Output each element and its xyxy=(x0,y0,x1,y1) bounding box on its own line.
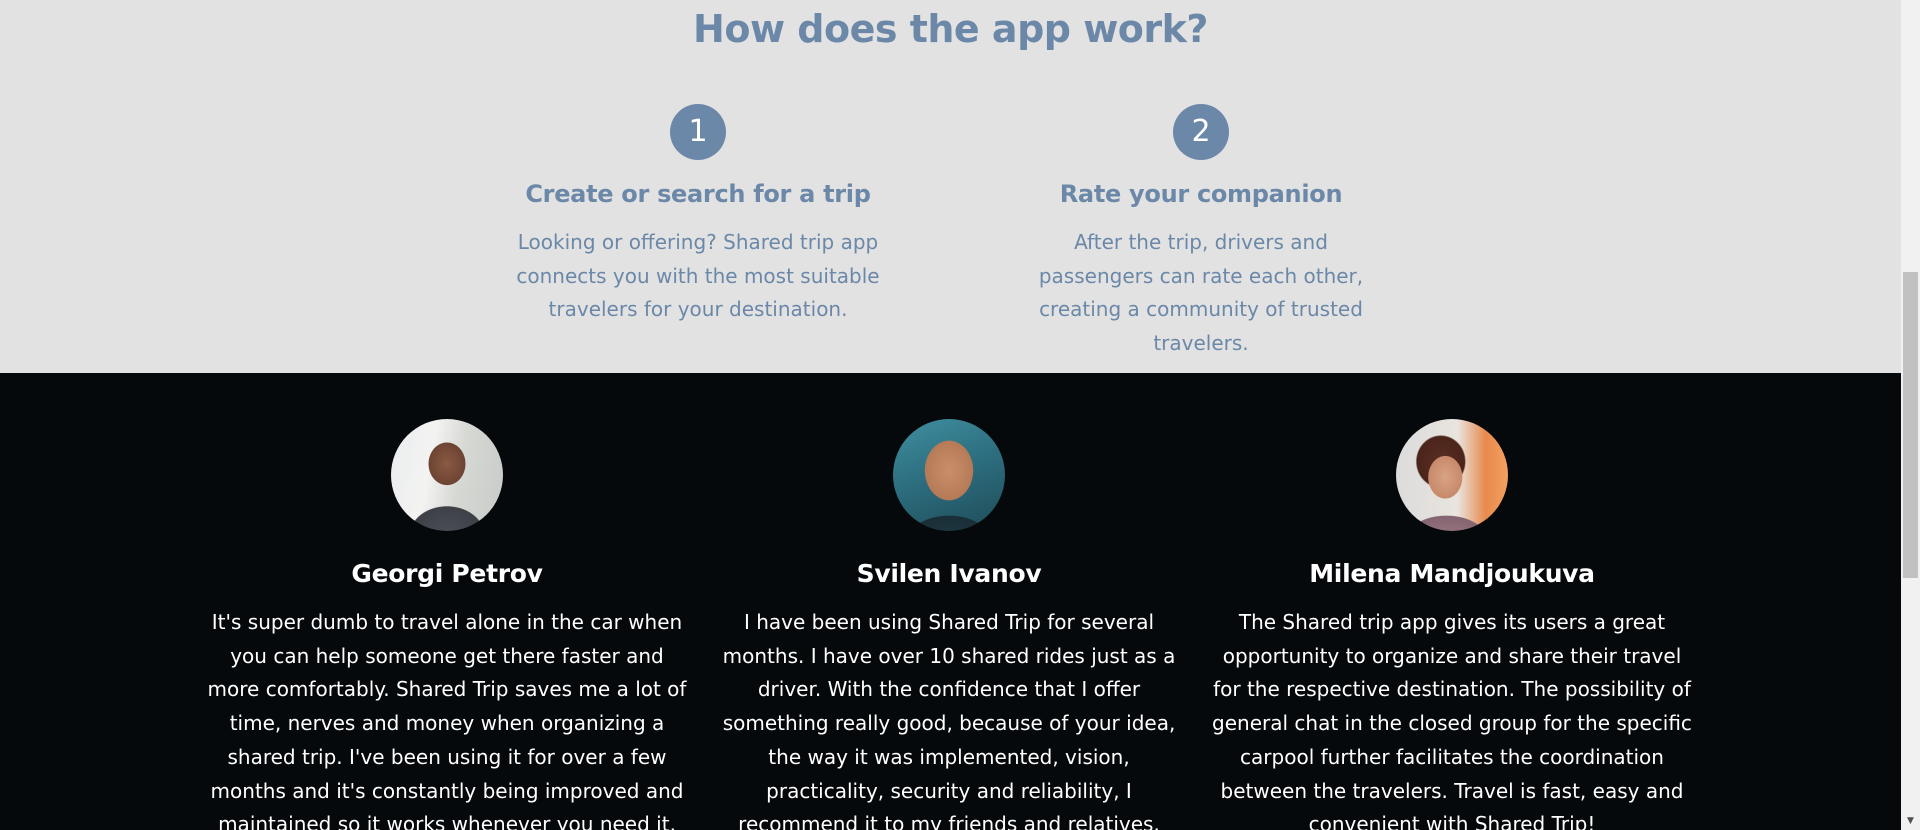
testimonial-quote: The Shared trip app gives its users a gr… xyxy=(1212,610,1692,830)
testimonial-card: Georgi Petrov It's super dumb to travel … xyxy=(207,419,687,830)
how-it-works-section: How does the app work? 1 Create or searc… xyxy=(0,0,1901,373)
how-it-works-title: How does the app work? xyxy=(693,7,1208,51)
page: How does the app work? 1 Create or searc… xyxy=(0,0,1920,830)
testimonial-author-name: Milena Mandjoukuva xyxy=(1309,559,1595,588)
step-create-trip: 1 Create or search for a trip Looking or… xyxy=(498,104,898,327)
testimonial-card: Svilen Ivanov I have been using Shared T… xyxy=(709,419,1189,830)
avatar xyxy=(391,419,503,531)
scrollbar-thumb[interactable] xyxy=(1903,272,1918,578)
step-rate-companion: 2 Rate your companion After the trip, dr… xyxy=(1001,104,1401,360)
page-viewport: How does the app work? 1 Create or searc… xyxy=(0,0,1901,830)
step-description: Looking or offering? Shared trip app con… xyxy=(516,230,880,321)
testimonial-quote: It's super dumb to travel alone in the c… xyxy=(207,610,687,830)
step-title: Rate your companion xyxy=(1059,180,1343,208)
vertical-scrollbar[interactable]: ▼ xyxy=(1901,0,1920,830)
step-title: Create or search for a trip xyxy=(525,180,871,208)
step-description: After the trip, drivers and passengers c… xyxy=(1038,230,1364,355)
testimonial-author-name: Georgi Petrov xyxy=(351,559,543,588)
testimonial-card: Milena Mandjoukuva The Shared trip app g… xyxy=(1212,419,1692,830)
step-number-badge: 1 xyxy=(670,104,726,160)
avatar xyxy=(1396,419,1508,531)
step-number-badge: 2 xyxy=(1173,104,1229,160)
testimonial-author-name: Svilen Ivanov xyxy=(856,559,1042,588)
testimonials-section: Georgi Petrov It's super dumb to travel … xyxy=(0,373,1901,830)
testimonial-quote: I have been using Shared Trip for severa… xyxy=(722,610,1176,830)
avatar xyxy=(893,419,1005,531)
chevron-down-icon[interactable]: ▼ xyxy=(1901,813,1920,830)
